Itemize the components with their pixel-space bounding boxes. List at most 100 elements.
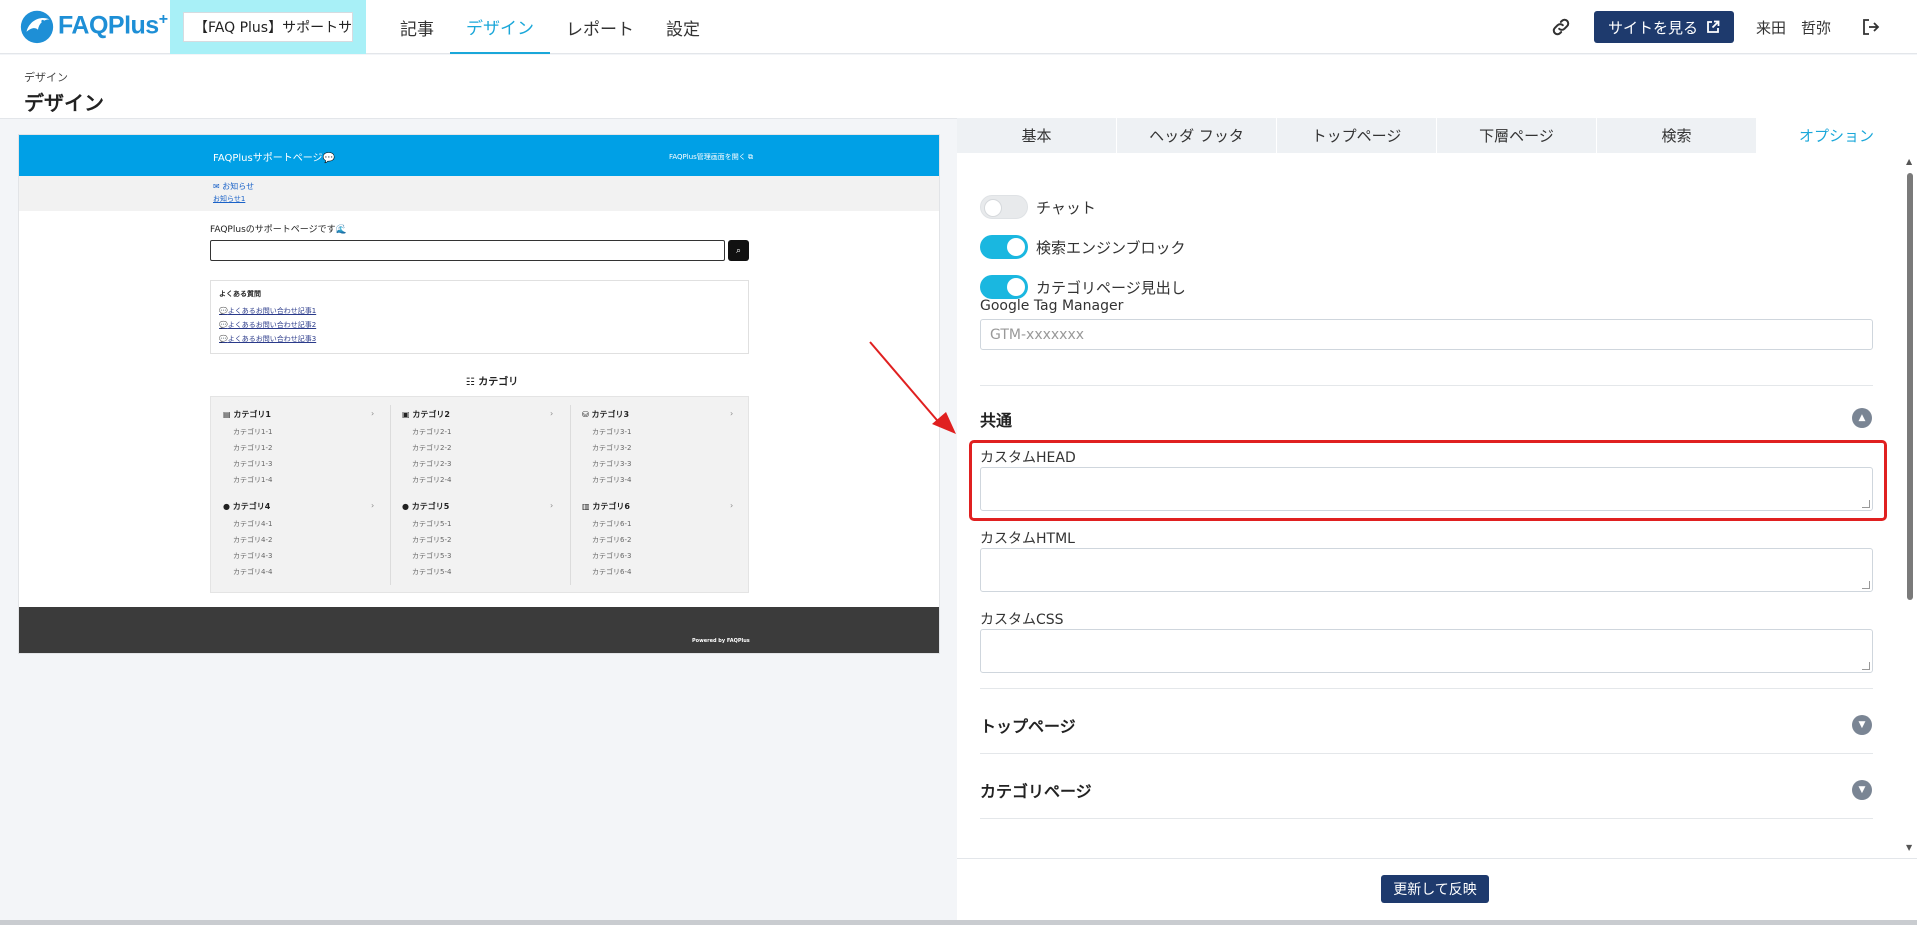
tab-search[interactable]: 検索 (1597, 118, 1757, 153)
divider (980, 818, 1873, 819)
tab-header-footer[interactable]: ヘッダ フッタ (1117, 118, 1277, 153)
update-apply-button[interactable]: 更新して反映 (1381, 875, 1489, 903)
top-page-section-title[interactable]: トップページ (980, 713, 1076, 737)
preview-subcategory: カテゴリ6-2 (592, 536, 632, 544)
nav-settings[interactable]: 設定 (650, 0, 716, 54)
preview-subcategory: カテゴリ3-2 (592, 444, 632, 452)
category-heading-toggle[interactable] (980, 275, 1028, 299)
category-icon: ⛁ (582, 410, 589, 419)
app-logo[interactable]: FAQPlus+ (18, 6, 168, 46)
custom-html-textarea[interactable] (980, 548, 1873, 592)
search-icon: ⌕ (728, 240, 749, 261)
category-icon: ● (223, 502, 230, 511)
custom-css-label: カスタムCSS (980, 612, 1064, 628)
category-icon: ● (402, 502, 409, 511)
preview-subcategory: カテゴリ5-1 (412, 520, 452, 528)
site-selector[interactable]: 【FAQ Plus】サポートサ ⌄ (183, 12, 353, 42)
external-link-icon (1707, 20, 1720, 33)
chevron-down-icon[interactable]: ▼ (1852, 715, 1872, 735)
preview-subcategory: カテゴリ3-3 (592, 460, 632, 468)
chevron-right-icon: › (550, 501, 554, 510)
preview-subcategory: カテゴリ3-4 (592, 476, 632, 484)
user-name[interactable]: 来田 哲弥 (1756, 17, 1831, 38)
category-heading-label: カテゴリページ見出し (1036, 278, 1186, 297)
page-title: デザイン (24, 91, 104, 115)
preview-admin-link: FAQPlus管理画面を開く ⧉ (669, 153, 754, 161)
preview-subcategory: カテゴリ2-4 (412, 476, 452, 484)
preview-subcategory: カテゴリ4-4 (233, 568, 273, 576)
category-icon: ▤ (223, 410, 231, 419)
chevron-up-icon[interactable]: ▲ (1852, 408, 1872, 428)
preview-faq-box: よくある質問 💬よくあるお問い合わせ記事1 💬よくあるお問い合わせ記事2 💬よく… (210, 280, 749, 354)
preview-welcome-text: FAQPlusのサポートページです🌊 (210, 225, 347, 235)
divider (570, 405, 571, 585)
preview-faq-item: 💬よくあるお問い合わせ記事1 (219, 307, 317, 315)
preview-subcategory: カテゴリ1-3 (233, 460, 273, 468)
gtm-label: Google Tag Manager (980, 298, 1124, 314)
chevron-right-icon: › (730, 409, 734, 418)
preview-category-heading: ☷ カテゴリ (465, 377, 519, 388)
site-selector-highlight: 【FAQ Plus】サポートサ ⌄ (170, 0, 366, 54)
breadcrumb[interactable]: デザイン (24, 69, 68, 85)
resize-grip-icon[interactable] (1862, 662, 1870, 670)
preview-category-name: ▥ カテゴリ6 (582, 502, 630, 511)
tab-top-page[interactable]: トップページ (1277, 118, 1437, 153)
preview-subcategory: カテゴリ2-2 (412, 444, 452, 452)
link-icon[interactable] (1550, 16, 1572, 38)
preview-powered-by: Powered by FAQPlus (692, 638, 750, 644)
gtm-placeholder: GTM-xxxxxxx (990, 326, 1085, 343)
chevron-down-icon[interactable]: ▼ (1852, 780, 1872, 800)
custom-css-textarea[interactable] (980, 629, 1873, 673)
resize-grip-icon[interactable] (1862, 581, 1870, 589)
annotation-highlight-box (969, 440, 1887, 521)
scroll-down-icon[interactable]: ▼ (1906, 843, 1912, 852)
external-link-icon: ⧉ (748, 153, 754, 161)
page-heading: デザイン デザイン (0, 55, 1917, 119)
preview-header: FAQPlusサポートページ💬 FAQPlus管理画面を開く ⧉ (19, 135, 939, 176)
list-icon: ☷ (465, 377, 475, 388)
preview-category-grid: ▤ カテゴリ1 › カテゴリ1-1 カテゴリ1-2 カテゴリ1-3 カテゴリ1-… (210, 396, 749, 593)
chat-icon: 💬 (219, 307, 228, 315)
nav-report[interactable]: レポート (550, 0, 650, 54)
preview-category-name: ● カテゴリ5 (402, 502, 450, 511)
top-bar: FAQPlus+ 【FAQ Plus】サポートサ ⌄ 記事 デザイン レポート … (0, 0, 1917, 54)
search-engine-block-label: 検索エンジンブロック (1036, 238, 1186, 257)
preview-subcategory: カテゴリ5-4 (412, 568, 452, 576)
chat-toggle-row: チャット (980, 194, 1096, 220)
top-right-actions: サイトを見る 来田 哲弥 (1550, 10, 1881, 44)
category-page-section-title[interactable]: カテゴリページ (980, 778, 1092, 802)
divider (980, 688, 1873, 689)
chat-toggle-label: チャット (1036, 198, 1096, 217)
panel-footer: 更新して反映 (957, 858, 1917, 925)
preview-subcategory: カテゴリ4-2 (233, 536, 273, 544)
panel-scrollbar[interactable]: ▲ ▼ (1903, 153, 1917, 856)
chat-toggle[interactable] (980, 195, 1028, 219)
preview-footer: Powered by FAQPlus (19, 607, 939, 653)
settings-panel: 基本 ヘッダ フッタ トップページ 下層ページ 検索 オプション チャット 検索… (957, 118, 1917, 925)
chevron-right-icon: › (371, 409, 375, 418)
divider (980, 753, 1873, 754)
tab-basic[interactable]: 基本 (957, 118, 1117, 153)
preview-faq-title: よくある質問 (219, 290, 261, 298)
nav-articles[interactable]: 記事 (384, 0, 450, 54)
nav-design[interactable]: デザイン (450, 0, 550, 54)
preview-body: FAQPlusのサポートページです🌊 ⌕ よくある質問 💬よくあるお問い合わせ記… (19, 211, 939, 609)
preview-subcategory: カテゴリ5-2 (412, 536, 452, 544)
logout-icon[interactable] (1861, 17, 1881, 37)
view-site-button[interactable]: サイトを見る (1593, 11, 1734, 43)
scroll-thumb[interactable] (1907, 173, 1913, 600)
scroll-up-icon[interactable]: ▲ (1906, 157, 1912, 166)
search-engine-block-toggle[interactable] (980, 235, 1028, 259)
dolphin-logo-icon (20, 10, 54, 44)
common-section-title[interactable]: 共通 (980, 407, 1012, 431)
preview-subcategory: カテゴリ2-1 (412, 428, 452, 436)
gtm-input[interactable]: GTM-xxxxxxx (980, 319, 1873, 350)
chat-icon: 💬 (219, 335, 228, 343)
tab-sub-page[interactable]: 下層ページ (1437, 118, 1597, 153)
tab-options[interactable]: オプション (1757, 118, 1917, 153)
preview-subcategory: カテゴリ6-1 (592, 520, 632, 528)
preview-subcategory: カテゴリ1-2 (233, 444, 273, 452)
search-engine-block-toggle-row: 検索エンジンブロック (980, 234, 1186, 260)
category-icon: ▣ (402, 410, 410, 419)
site-preview: FAQPlusサポートページ💬 FAQPlus管理画面を開く ⧉ ✉ お知らせ … (18, 134, 940, 654)
